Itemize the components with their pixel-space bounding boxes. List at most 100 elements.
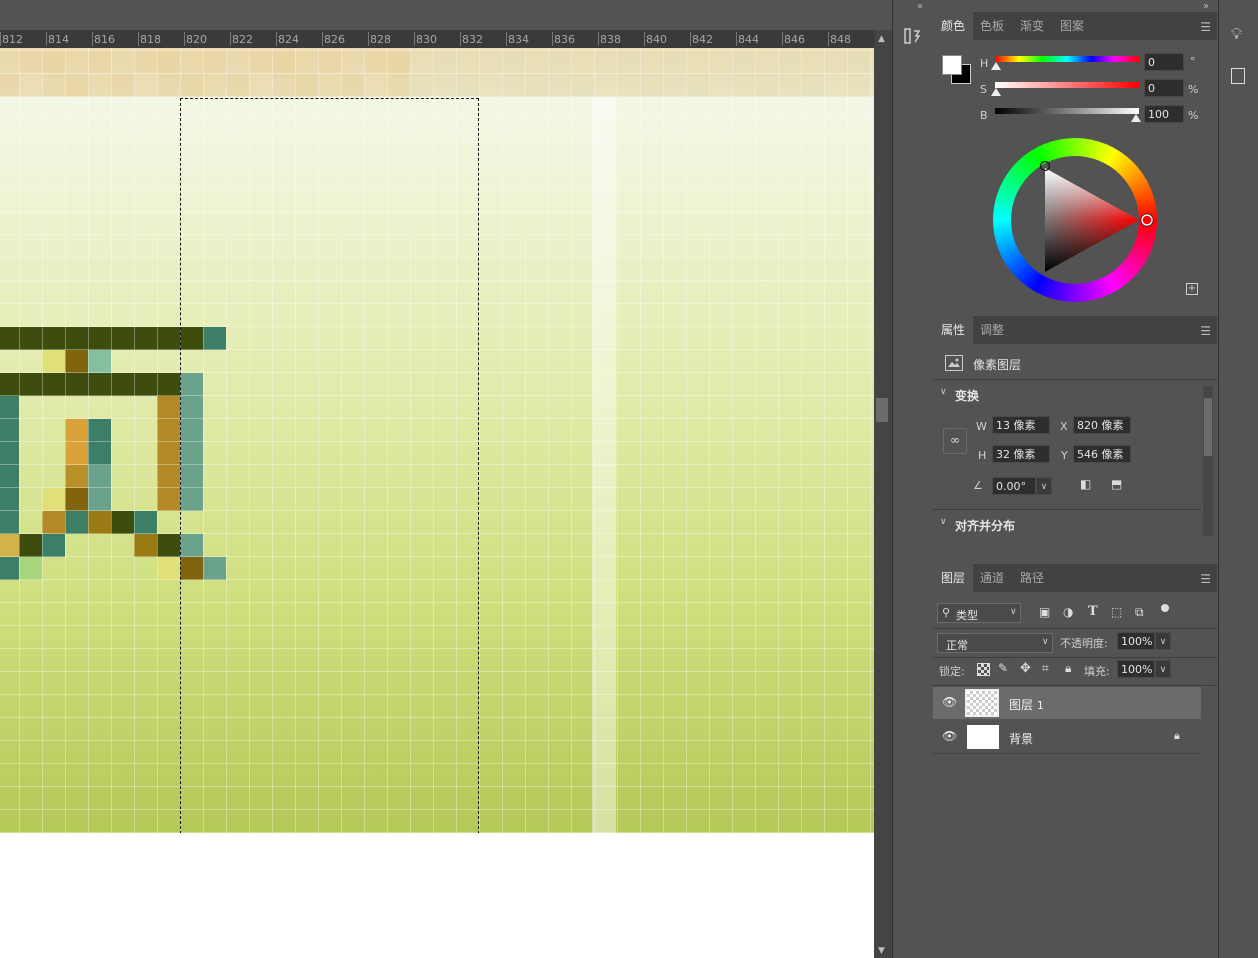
chevron-down-icon[interactable]: ∨ (940, 387, 947, 397)
tab-patterns[interactable]: 图案 (1053, 12, 1091, 40)
fill-label: 填充: (1084, 665, 1110, 678)
color-panel: 颜色 色板 渐变 图案 ☰ H 0 ° S 0 % B 100 % + (933, 12, 1217, 314)
layer-name[interactable]: 图层 1 (1009, 696, 1044, 713)
foreground-color-swatch[interactable] (942, 55, 962, 75)
brightness-slider[interactable] (995, 108, 1139, 114)
collapse-right-icon[interactable]: » (1203, 1, 1209, 12)
b-value-field[interactable]: 100 (1144, 105, 1184, 123)
layer-name[interactable]: 背景 (1009, 730, 1033, 747)
filter-type-label: 类型 (956, 609, 978, 622)
layer-filter-select[interactable]: ⚲ 类型 ∨ (937, 603, 1021, 623)
panel-menu-icon[interactable]: ☰ (1200, 20, 1211, 34)
color-wheel[interactable] (993, 138, 1157, 302)
lock-image-icon[interactable]: ✎ (998, 661, 1008, 675)
saturation-slider-handle[interactable] (991, 88, 1001, 96)
layers-panel-tabs: 图层 通道 路径 ☰ (933, 564, 1217, 592)
lock-icon: 🔒︎ (1174, 729, 1180, 742)
filter-text-icon[interactable]: T (1088, 604, 1098, 619)
visibility-eye-icon[interactable]: 👁︎ (942, 695, 957, 709)
layer-row[interactable]: 👁︎ 背景 🔒︎ (933, 721, 1201, 754)
s-unit: % (1188, 83, 1199, 96)
lock-transparent-icon[interactable] (977, 663, 990, 676)
scroll-down-arrow[interactable]: ▼ (878, 946, 885, 956)
b-label: B (980, 109, 988, 122)
collapse-left-icon[interactable]: « (917, 1, 923, 12)
h-label: H (978, 449, 987, 462)
width-field[interactable]: 13 像素 (992, 416, 1050, 434)
filter-pixel-icon[interactable]: ▣ (1039, 605, 1050, 619)
chevron-down-icon[interactable]: ∨ (940, 517, 947, 527)
tab-gradients[interactable]: 渐变 (1013, 12, 1051, 40)
lock-all-icon[interactable]: 🔒︎ (1065, 661, 1071, 676)
color-triangle[interactable] (993, 138, 1157, 302)
y-label: Y (1061, 449, 1068, 462)
link-dimensions-icon[interactable]: ∞ (943, 428, 967, 454)
transform-section-title[interactable]: 变换 (955, 387, 979, 404)
angle-dropdown-button[interactable]: ∨ (1036, 477, 1052, 495)
color-panel-tabs: 颜色 色板 渐变 图案 ☰ (933, 12, 1217, 40)
lock-position-icon[interactable]: ✥ (1020, 661, 1031, 676)
x-field[interactable]: 820 像素 (1073, 416, 1131, 434)
layer-row[interactable]: 👁︎ 图层 1 (933, 687, 1201, 719)
lock-label: 锁定: (939, 665, 965, 678)
visibility-eye-icon[interactable]: 👁︎ (942, 729, 957, 743)
lock-artboard-icon[interactable]: ⌗ (1042, 661, 1049, 676)
height-field[interactable]: 32 像素 (992, 445, 1050, 463)
layer-type-label: 像素图层 (973, 358, 1022, 372)
saturation-slider[interactable] (995, 82, 1139, 88)
h-label: H (980, 57, 989, 70)
canvas-area[interactable]: 812 814 816 818 820 822 824 826 828 830 832 834 836 8… (0, 0, 874, 958)
chevron-down-icon: ∨ (1010, 607, 1017, 617)
flip-horizontal-icon[interactable]: ◧ (1080, 477, 1091, 491)
filter-shape-icon[interactable]: ⬚ (1111, 605, 1122, 619)
blend-mode-label: 正常 (946, 639, 968, 652)
tab-swatches[interactable]: 色板 (973, 12, 1011, 40)
angle-icon: ∠ (973, 479, 983, 492)
b-unit: % (1188, 109, 1199, 122)
panel-menu-icon[interactable]: ☰ (1200, 324, 1211, 338)
properties-scrollbar[interactable] (1203, 386, 1213, 536)
scroll-up-arrow[interactable]: ▲ (878, 34, 885, 44)
selection-marquee[interactable] (180, 98, 479, 834)
y-field[interactable]: 546 像素 (1073, 445, 1131, 463)
h-unit: ° (1190, 55, 1196, 68)
opacity-dropdown-button[interactable]: ∨ (1155, 632, 1171, 650)
fill-field[interactable]: 100% (1117, 660, 1155, 678)
filter-adjustment-icon[interactable]: ◑ (1063, 605, 1073, 619)
tab-layers[interactable]: 图层 (933, 564, 973, 592)
libraries-icon[interactable] (1231, 68, 1245, 84)
s-label: S (980, 83, 987, 96)
hue-slider-handle[interactable] (991, 62, 1001, 70)
opacity-label: 不透明度: (1060, 637, 1108, 650)
lightbulb-icon[interactable]: 💡︎ (1231, 24, 1242, 44)
filter-smart-object-icon[interactable]: ⧉ (1135, 605, 1144, 620)
add-swatch-icon[interactable]: + (1186, 283, 1198, 295)
fill-dropdown-button[interactable]: ∨ (1155, 660, 1171, 678)
history-icon[interactable] (903, 26, 923, 46)
canvas-vertical-scrollbar[interactable] (874, 30, 892, 958)
scrollbar-thumb[interactable] (1204, 398, 1212, 456)
chevron-down-icon: ∨ (1042, 637, 1049, 647)
properties-panel-tabs: 属性 调整 ☰ (933, 316, 1217, 344)
tab-properties[interactable]: 属性 (933, 316, 973, 344)
x-label: X (1060, 420, 1068, 433)
brightness-slider-handle[interactable] (1131, 114, 1141, 122)
tab-channels[interactable]: 通道 (973, 564, 1011, 592)
h-value-field[interactable]: 0 (1144, 53, 1184, 71)
properties-panel: 属性 调整 ☰ 像素图层 ∨ 变换 ∞ W 13 像素 X 820 像素 H 3… (933, 316, 1217, 562)
tab-paths[interactable]: 路径 (1013, 564, 1051, 592)
search-icon: ⚲ (942, 606, 951, 619)
blend-mode-select[interactable]: 正常 ∨ (937, 633, 1053, 653)
scrollbar-thumb[interactable] (876, 398, 888, 422)
right-icon-strip: » 💡︎ (1203, 0, 1258, 958)
align-section-title[interactable]: 对齐并分布 (955, 517, 1015, 534)
opacity-field[interactable]: 100% (1117, 632, 1155, 650)
tab-color[interactable]: 颜色 (933, 12, 973, 40)
angle-field[interactable]: 0.00° (992, 477, 1036, 495)
s-value-field[interactable]: 0 (1144, 79, 1184, 97)
filter-toggle-icon[interactable] (1161, 604, 1169, 612)
tab-adjustments[interactable]: 调整 (973, 316, 1011, 344)
flip-vertical-icon[interactable]: ⬒ (1111, 477, 1122, 491)
hue-slider[interactable] (995, 56, 1139, 62)
panel-menu-icon[interactable]: ☰ (1200, 572, 1211, 586)
